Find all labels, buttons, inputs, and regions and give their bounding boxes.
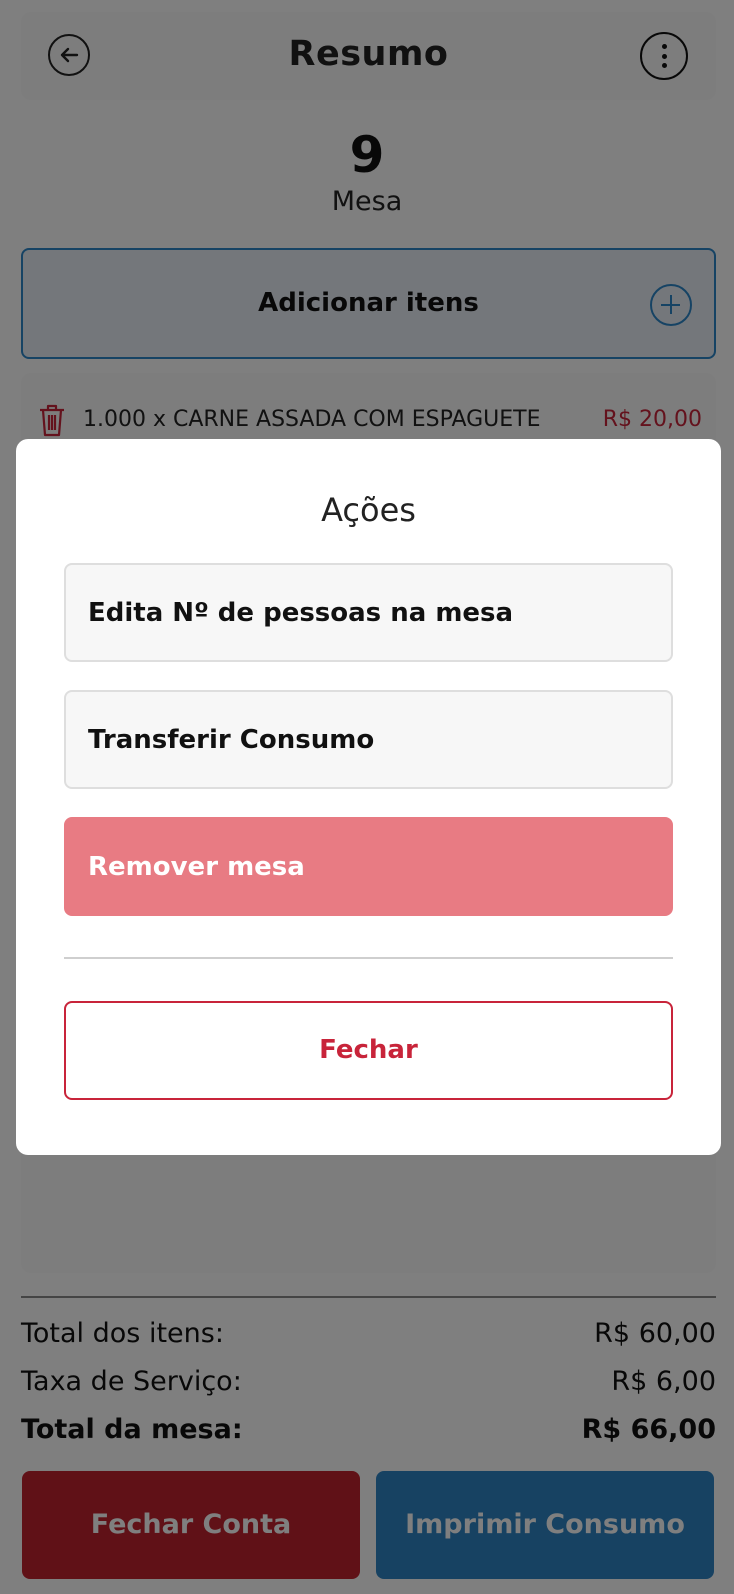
edit-people-count-button[interactable]: Edita Nº de pessoas na mesa <box>64 563 673 662</box>
remove-table-button[interactable]: Remover mesa <box>64 817 673 916</box>
actions-modal: Ações Edita Nº de pessoas na mesa Transf… <box>16 439 721 1155</box>
modal-divider <box>64 957 673 959</box>
modal-title: Ações <box>321 491 416 529</box>
summary-screen: Resumo 9 Mesa Adicionar itens 1.000 x CA… <box>0 0 734 1594</box>
close-modal-button[interactable]: Fechar <box>64 1001 673 1100</box>
transfer-consumption-button[interactable]: Transferir Consumo <box>64 690 673 789</box>
